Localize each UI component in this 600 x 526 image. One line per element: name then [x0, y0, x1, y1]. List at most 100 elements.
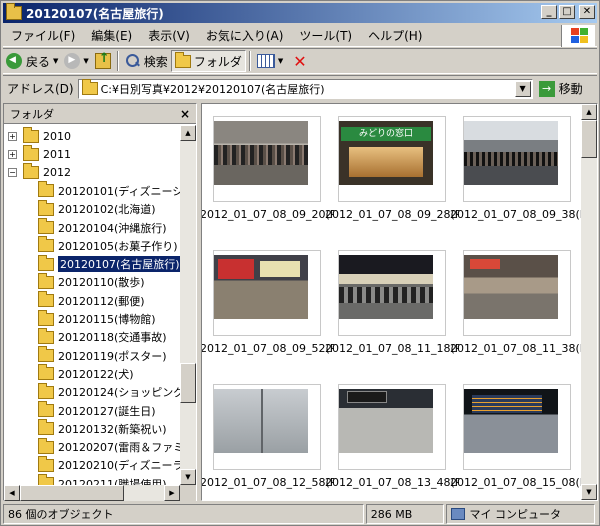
folder-tree-item[interactable]: 20120118(交通事故): [38, 327, 167, 346]
folder-icon: [38, 218, 54, 234]
file-thumbnail[interactable]: 2012_01_07_08_15_08(P...: [450, 378, 584, 500]
folder-icon: [81, 79, 98, 95]
back-dropdown-icon[interactable]: ▼: [53, 57, 58, 65]
scroll-down-icon[interactable]: ▼: [180, 469, 196, 485]
file-thumbnail[interactable]: 2012_01_07_08_13_48(P...: [325, 378, 459, 500]
forward-dropdown-icon[interactable]: ▼: [83, 57, 88, 65]
file-thumbnail[interactable]: 2012_01_07_08_09_52(P...: [202, 244, 334, 374]
scrollbar-thumb[interactable]: [20, 485, 124, 501]
folder-pane: フォルダ × +2010+2011−201220120101(ディズニーシー20…: [3, 103, 197, 501]
delete-button[interactable]: ✕: [286, 50, 309, 72]
folder-icon: [38, 401, 54, 417]
back-button[interactable]: 戻る ▼: [3, 50, 61, 72]
folder-tree-item[interactable]: 20120104(沖縄旅行): [38, 218, 167, 237]
menu-view[interactable]: 表示(V): [140, 27, 198, 44]
scroll-up-icon[interactable]: ▲: [581, 104, 597, 120]
scroll-down-icon[interactable]: ▼: [581, 484, 597, 500]
scrollbar-thumb[interactable]: [581, 120, 597, 158]
folders-label: フォルダ: [193, 54, 242, 69]
go-button[interactable]: → 移動: [538, 80, 583, 97]
folders-button[interactable]: フォルダ: [170, 50, 246, 72]
search-icon: [125, 53, 141, 69]
file-thumbnail[interactable]: みどりの窓口 2012_01_07_08_09_28(P...: [325, 110, 459, 240]
folder-icon: [38, 437, 54, 454]
photo-thumbnail-image: [214, 389, 308, 453]
menu-file[interactable]: ファイル(F): [3, 27, 83, 44]
folder-tree-item[interactable]: 20120112(郵便): [38, 291, 145, 310]
folder-tree-item[interactable]: 20120211(職場使用): [38, 474, 167, 485]
folder-tree-item[interactable]: 20120105(お菓子作り): [38, 236, 178, 255]
address-dropdown-icon[interactable]: ▼: [514, 80, 531, 97]
folder-tree-item[interactable]: 20120110(散歩): [38, 272, 145, 291]
folder-tree-label: 2011: [43, 147, 71, 161]
folder-tree-item[interactable]: − 2012: [8, 163, 71, 182]
scrollbar-thumb[interactable]: [180, 363, 196, 403]
search-label: 検索: [143, 54, 168, 69]
folder-tree-item[interactable]: 20120132(新築祝い): [38, 419, 167, 438]
folder-tree-item[interactable]: +2011: [8, 144, 71, 163]
menu-tools[interactable]: ツール(T): [291, 27, 360, 44]
close-button[interactable]: ✕: [579, 5, 595, 19]
menu-help[interactable]: ヘルプ(H): [360, 27, 430, 44]
file-name-label: 2012_01_07_08_11_38(P...: [450, 342, 584, 355]
file-thumbnail[interactable]: 2012_01_07_08_11_38(P...: [450, 244, 584, 374]
folder-tree-label: 20120119(ポスター): [58, 349, 167, 363]
file-name-label: 2012_01_07_08_11_18(P...: [325, 342, 459, 355]
file-thumbnail[interactable]: 2012_01_07_08_09_20(P...: [202, 110, 334, 240]
tree-expander-icon[interactable]: +: [8, 149, 17, 159]
folder-tree-vertical-scrollbar[interactable]: ▲ ▼: [180, 125, 196, 485]
file-thumbnail[interactable]: 2012_01_07_08_12_58(P...: [202, 378, 334, 500]
folder-tree-label: 20120115(博物館): [58, 313, 156, 326]
folder-tree-label: 20120104(沖縄旅行): [58, 221, 167, 235]
views-button[interactable]: ▼: [254, 50, 286, 72]
folder-tree-label: 20120210(ディズニーラント: [58, 459, 180, 473]
folder-tree-item[interactable]: 20120102(北海道): [38, 199, 156, 218]
folder-pane-close-button[interactable]: ×: [180, 107, 190, 121]
file-thumbnail[interactable]: 2012_01_07_08_09_38(P...: [450, 110, 584, 240]
toolbar-separator: [248, 51, 251, 71]
status-location-label: マイ コンピュータ: [469, 508, 562, 521]
window-title: 20120107(名古屋旅行): [26, 6, 164, 21]
menu-edit[interactable]: 編集(E): [83, 27, 140, 44]
folder-tree-item[interactable]: 20120107(名古屋旅行): [38, 254, 180, 274]
views-dropdown-icon[interactable]: ▼: [278, 57, 283, 65]
address-input[interactable]: C:¥日別写真¥2012¥20120107(名古屋旅行) ▼: [77, 78, 533, 99]
status-size: 286 MB: [365, 504, 444, 524]
folder-tree-horizontal-scrollbar[interactable]: ◀ ▶: [4, 485, 180, 501]
folder-icon: [38, 364, 54, 381]
photo-thumbnail-image: みどりの窓口: [339, 121, 433, 185]
folder-tree-label: 20120118(交通事故): [58, 331, 167, 345]
folder-tree-item[interactable]: 20120207(雷雨＆ファミレ: [38, 437, 180, 456]
file-thumbnail[interactable]: 2012_01_07_08_11_18(P...: [325, 244, 459, 374]
scroll-up-icon[interactable]: ▲: [180, 125, 196, 141]
tree-expander-icon[interactable]: −: [8, 168, 17, 178]
folder-icon: [23, 126, 39, 143]
folder-tree-item[interactable]: 20120115(博物館): [38, 309, 156, 328]
folder-tree-item[interactable]: 20120124(ショッピングモー: [38, 382, 180, 401]
toolbar: 戻る ▼ ▼ 検索 フォルダ ▼ ✕: [3, 48, 597, 74]
minimize-button[interactable]: _: [541, 5, 557, 19]
address-label: アドレス(D): [7, 82, 74, 96]
folder-tree-label: 20120112(郵便): [58, 294, 145, 308]
folder-tree-item[interactable]: 20120127(誕生日): [38, 401, 156, 420]
folder-tree-item[interactable]: +2010: [8, 126, 71, 145]
folder-tree-item[interactable]: 20120210(ディズニーラント: [38, 455, 180, 474]
scroll-left-icon[interactable]: ◀: [4, 485, 20, 501]
title-bar[interactable]: 20120107(名古屋旅行) _ □ ✕: [3, 3, 597, 23]
folder-tree-item[interactable]: 20120122(犬): [38, 364, 134, 383]
search-button[interactable]: 検索: [122, 50, 171, 72]
maximize-button[interactable]: □: [559, 5, 575, 19]
up-folder-button[interactable]: [92, 50, 114, 72]
tree-expander-icon[interactable]: +: [8, 131, 17, 141]
file-name-label: 2012_01_07_08_09_28(P...: [325, 208, 459, 221]
toolbar-separator: [116, 51, 119, 71]
folder-tree-item[interactable]: 20120119(ポスター): [38, 346, 167, 365]
views-icon: [256, 54, 275, 68]
menu-favorites[interactable]: お気に入り(A): [198, 27, 292, 44]
folder-tree-item[interactable]: 20120101(ディズニーシー: [38, 181, 180, 200]
explorer-window: 20120107(名古屋旅行) _ □ ✕ ファイル(F) 編集(E) 表示(V…: [0, 0, 600, 526]
file-list-vertical-scrollbar[interactable]: ▲ ▼: [581, 104, 597, 500]
file-list-pane: 2012_01_07_08_09_20(P... みどりの窓口 2012_01_07…: [201, 103, 598, 501]
scroll-right-icon[interactable]: ▶: [164, 485, 180, 501]
forward-button[interactable]: ▼: [61, 50, 91, 72]
